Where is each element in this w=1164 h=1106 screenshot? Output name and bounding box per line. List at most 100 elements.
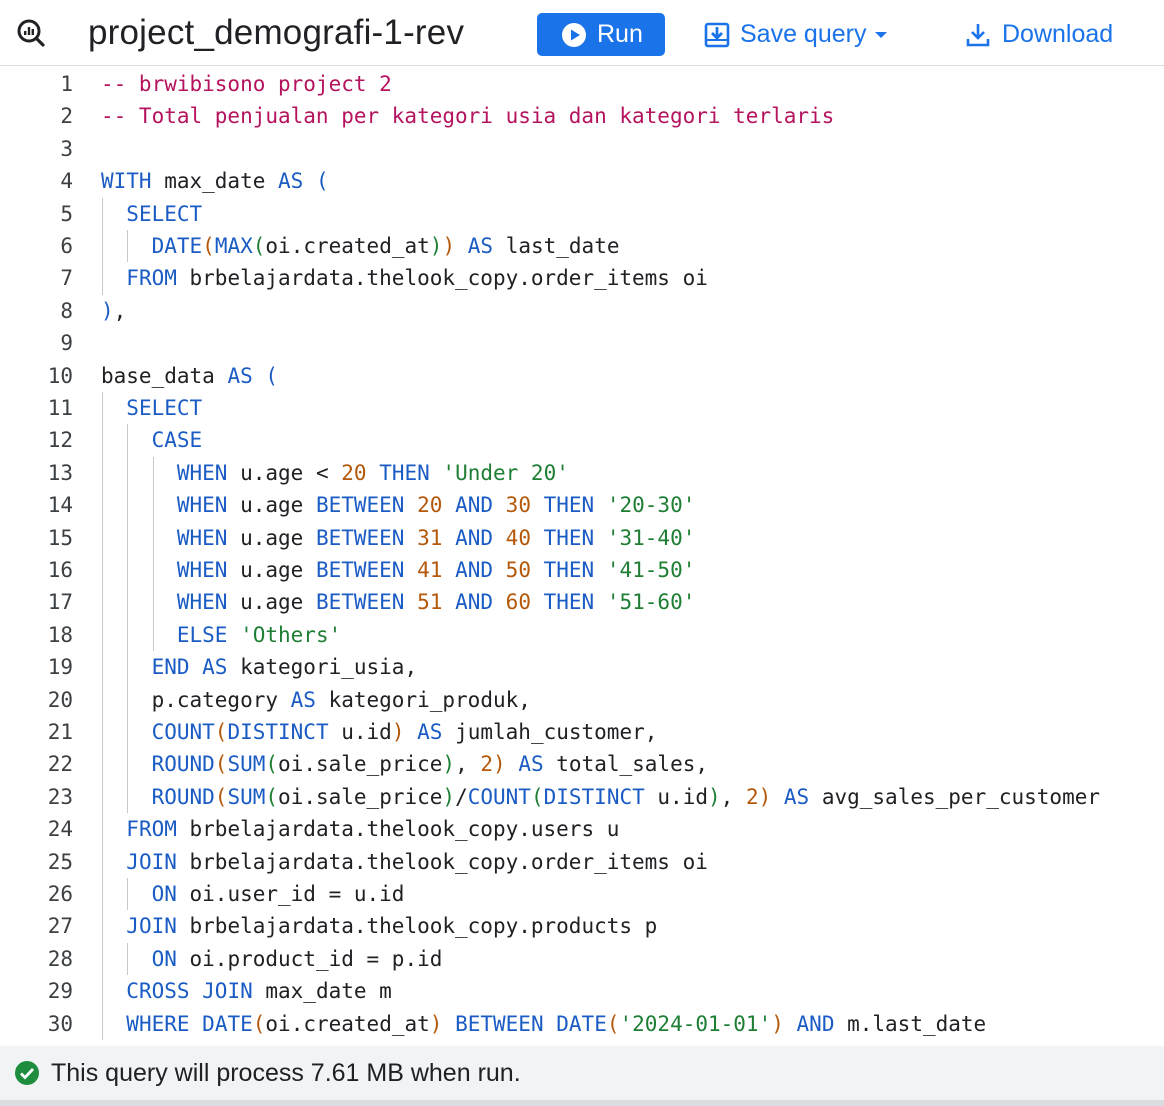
- run-button[interactable]: Run: [537, 13, 665, 56]
- code-token: '31-40': [606, 525, 696, 550]
- code-line: 2 -- Total penjualan per kategori usia da…: [0, 100, 1164, 132]
- code-token: BETWEEN: [315, 493, 405, 518]
- code-text: FROM brbelajardata.thelook_copy.order_it…: [101, 262, 708, 294]
- code-token: u.id: [644, 784, 708, 809]
- code-text: CROSS JOIN max_date m: [101, 975, 392, 1007]
- line-number: 2: [60, 104, 73, 129]
- code-token: 30: [505, 493, 531, 518]
- code-token: (: [252, 1011, 266, 1036]
- code-token: CASE: [151, 428, 203, 453]
- code-text: -- brwibisono project 2: [101, 68, 392, 100]
- code-token: oi.created_at: [265, 1011, 430, 1036]
- check-circle-icon: [14, 1060, 40, 1086]
- code-token: oi.sale_price: [278, 752, 443, 777]
- code-text: END AS kategori_usia,: [101, 651, 418, 683]
- line-number: 20: [47, 687, 73, 712]
- code-line: 23 ROUND(SUM(oi.sale_price)/COUNT(DISTIN…: [0, 780, 1164, 814]
- code-token: AS: [783, 784, 810, 809]
- line-number: 16: [47, 558, 73, 582]
- line-number: 6: [60, 234, 73, 258]
- code-token: oi.created_at: [265, 234, 430, 258]
- code-token: AS: [290, 687, 316, 712]
- code-text: ELSE 'Others': [101, 619, 341, 651]
- download-button[interactable]: Download: [966, 13, 1113, 56]
- download-icon: [966, 22, 990, 48]
- code-text: WHEN u.age BETWEEN 41 AND 50 THEN '41-50…: [101, 554, 696, 586]
- code-token: THEN: [543, 493, 595, 518]
- code-token: 51: [417, 590, 443, 615]
- code-token: DISTINCT: [227, 720, 329, 744]
- code-line: 19 END AS kategori_usia,: [0, 651, 1164, 684]
- code-token: SELECT: [126, 396, 203, 420]
- line-number: 23: [47, 784, 73, 809]
- code-token: AND: [455, 558, 494, 582]
- code-token: ON: [151, 946, 177, 971]
- code-token: ): [758, 784, 772, 809]
- code-token: AND: [796, 1011, 835, 1036]
- code-token: (: [214, 784, 228, 809]
- code-token: THEN: [543, 590, 595, 615]
- code-token: oi.sale_price: [278, 784, 443, 809]
- save-query-button[interactable]: Save query: [704, 13, 888, 56]
- line-number: 9: [60, 331, 73, 356]
- code-token: -- Total penjualan per kategori usia dan…: [101, 104, 835, 129]
- code-token: ,: [455, 752, 481, 777]
- line-number: 11: [47, 396, 73, 420]
- code-token: ): [429, 1011, 443, 1036]
- code-line: 16 WHEN u.age BETWEEN 41 AND 50 THEN '41…: [0, 554, 1164, 587]
- line-number: 21: [47, 720, 73, 744]
- download-label: Download: [1002, 20, 1114, 48]
- code-token: SELECT: [126, 201, 203, 226]
- code-text: ),: [101, 295, 126, 327]
- code-token: BETWEEN: [315, 525, 405, 550]
- code-token: WHEN: [176, 525, 228, 550]
- line-number: 22: [47, 752, 73, 777]
- code-text: -- Total penjualan per kategori usia dan…: [101, 100, 834, 132]
- code-token: AND: [455, 493, 494, 518]
- code-token: oi.user_id = u.id: [176, 882, 405, 906]
- code-token: CROSS JOIN: [126, 979, 253, 1004]
- code-token: MAX: [214, 234, 253, 258]
- code-token: max_date: [151, 169, 279, 194]
- code-token: SUM: [227, 784, 266, 809]
- code-token: AS: [467, 234, 494, 258]
- code-token: 31: [417, 525, 443, 550]
- code-line: 30 WHERE DATE(oi.created_at) BETWEEN DAT…: [0, 1007, 1164, 1040]
- code-token: AS: [227, 363, 253, 388]
- run-label: Run: [597, 20, 643, 48]
- code-token: DATE: [556, 1011, 607, 1036]
- chevron-down-icon: [874, 30, 888, 40]
- code-token: u.age: [227, 558, 316, 582]
- code-text: CASE: [101, 424, 203, 456]
- sql-editor[interactable]: 1 -- brwibisono project 2 2 -- Total penjua…: [0, 67, 1164, 1046]
- code-token: AND: [455, 525, 494, 550]
- code-token: WHEN: [176, 558, 228, 582]
- code-line: 20 p.category AS kategori_produk,: [0, 683, 1164, 716]
- code-token: JOIN: [126, 914, 177, 939]
- code-line: 21 COUNT(DISTINCT u.id) AS jumlah_custom…: [0, 716, 1164, 749]
- line-number: 14: [47, 493, 73, 518]
- code-token: ): [442, 752, 456, 777]
- code-token: 2: [745, 784, 759, 809]
- code-token: jumlah_customer,: [442, 720, 658, 744]
- save-download-icon: [704, 22, 730, 48]
